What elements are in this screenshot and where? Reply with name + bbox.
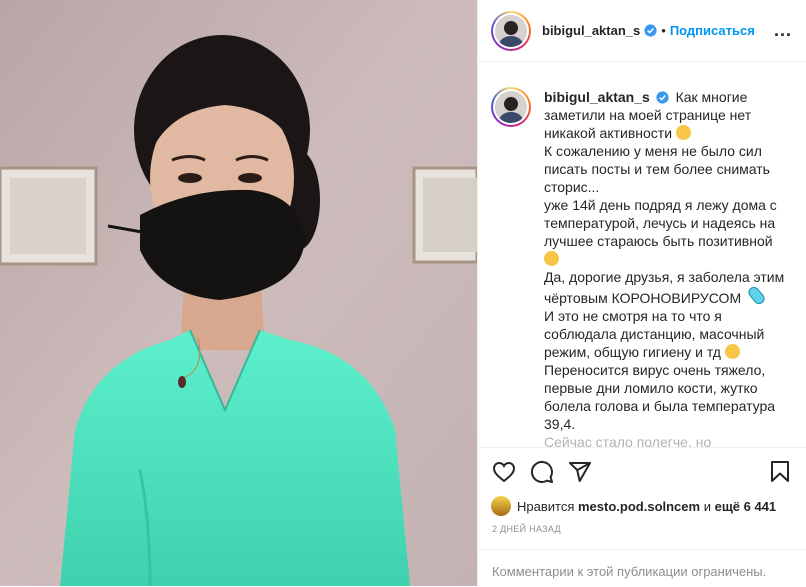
comments-limited-notice: Комментарии к этой публикации ограничены… <box>492 564 767 579</box>
caption-line: Сейчас стало полегче, но <box>544 434 712 448</box>
caption-avatar[interactable] <box>491 87 531 127</box>
caption-line: режим, общую гигиену и тд <box>544 344 721 360</box>
caption-line: никакой активности <box>544 125 673 141</box>
likes-middle: и <box>703 498 711 514</box>
header-separator: • <box>661 23 666 38</box>
post-dialog: bibigul_aktan_s • Подписаться ... bibigu… <box>0 0 806 586</box>
share-icon[interactable] <box>568 460 592 484</box>
comment-icon[interactable] <box>530 460 554 484</box>
liker-username[interactable]: mesto.pod.solncem <box>578 499 700 514</box>
caption-line: Как многие <box>675 89 748 105</box>
caption-verified-icon <box>656 91 669 104</box>
liker-avatar[interactable] <box>491 496 511 516</box>
author-username[interactable]: bibigul_aktan_s <box>542 23 640 38</box>
action-bar <box>492 457 792 487</box>
follow-button[interactable]: Подписаться <box>670 23 755 38</box>
pill-emoji-icon <box>746 284 767 307</box>
caption-line: температурой, лечусь и надеясь на <box>544 215 776 231</box>
caption-line: лучшее стараюсь быть позитивной <box>544 233 773 249</box>
bookmark-icon[interactable] <box>768 460 792 484</box>
comment-section: Комментарии к этой публикации ограничены… <box>478 549 806 587</box>
caption-line: уже 14й день подряд я лежу дома с <box>544 197 777 213</box>
likes-summary: Нравится mesto.pod.solncem и ещё 6 441 <box>491 496 776 516</box>
post-photo[interactable] <box>0 0 477 586</box>
post-timestamp[interactable]: 2 ДНЕЙ НАЗАД <box>492 524 561 534</box>
author-avatar[interactable] <box>491 10 531 51</box>
sad-face-emoji-icon <box>675 125 691 140</box>
sad-face-emoji-icon <box>724 344 740 359</box>
caption-line: И это не смотря на то что я <box>544 308 722 324</box>
post-photo-image <box>0 0 477 586</box>
caption-area: bibigul_aktan_s Как многие заметили на м… <box>478 62 806 448</box>
caption-line: первые дни ломило кости, жутко <box>544 380 758 396</box>
verified-icon <box>644 24 657 37</box>
caption-line: Да, дорогие друзья, я заболела этим <box>544 269 785 285</box>
caption-line: соблюдала дистанцию, масочный <box>544 326 765 342</box>
caption-line: чёртовым КОРОНОВИРУСОМ <box>544 290 742 306</box>
caption-line: К сожалению у меня не было сил <box>544 143 762 159</box>
caption-username[interactable]: bibigul_aktan_s <box>544 89 650 105</box>
caption-line: Переносится вирус очень тяжело, <box>544 362 766 378</box>
heart-icon[interactable] <box>492 460 516 484</box>
post-header: bibigul_aktan_s • Подписаться ... <box>478 0 806 62</box>
caption-line: сторис... <box>544 179 600 195</box>
caption-line: заметили на моей странице нет <box>544 107 752 123</box>
caption-line: болела голова и была температура <box>544 398 776 414</box>
caption-line: писать посты и тем более снимать <box>544 161 770 177</box>
post-sidebar: bibigul_aktan_s • Подписаться ... bibigu… <box>477 0 806 586</box>
likes-count[interactable]: ещё 6 441 <box>715 499 777 514</box>
caption-text: bibigul_aktan_s Как многие заметили на м… <box>544 88 792 448</box>
likes-prefix: Нравится <box>517 498 575 514</box>
more-options-icon[interactable]: ... <box>774 20 792 41</box>
caption-line: 39,4. <box>544 416 576 432</box>
grimace-emoji-icon <box>544 251 559 266</box>
